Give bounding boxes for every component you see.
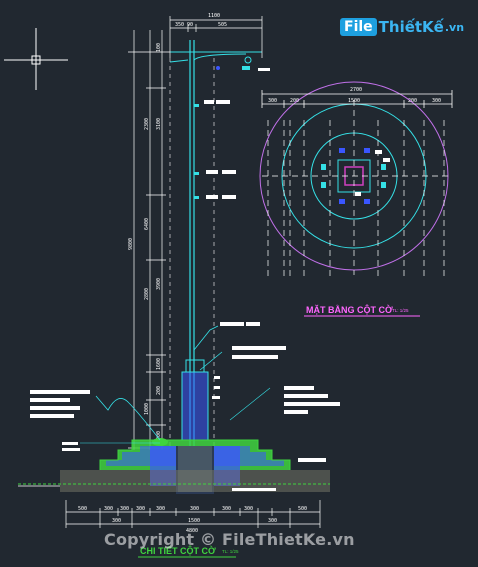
logo-brand-text: ThiếtKế bbox=[378, 18, 444, 36]
bottom-dim-4: 300 bbox=[136, 506, 145, 512]
left-dim-2: 3100 bbox=[156, 118, 162, 130]
left-dim-5: 2800 bbox=[144, 288, 150, 300]
top-dim-a: 350 bbox=[175, 22, 184, 28]
left-dim-8: 200 bbox=[156, 386, 162, 395]
bottom-dim-8: 300 bbox=[244, 506, 253, 512]
plan-dim-e: 300 bbox=[432, 98, 441, 104]
plan-scale: TL: 1/25 bbox=[392, 308, 409, 313]
plan-dim-total: 2700 bbox=[350, 87, 362, 93]
top-dim-c: 505 bbox=[218, 22, 227, 28]
plan-dim-d: 200 bbox=[408, 98, 417, 104]
plan-dim-c: 1500 bbox=[348, 98, 360, 104]
bottom-dim-5: 300 bbox=[156, 506, 165, 512]
cad-drawing-canvas: 2700 300 200 1500 200 300 MẶT BẰNG CỘT C… bbox=[0, 0, 478, 567]
bottom-dim-2: 300 bbox=[104, 506, 113, 512]
left-dim-4: 3900 bbox=[156, 278, 162, 290]
crosshair-icon bbox=[4, 28, 68, 90]
bottom-dim-9: 500 bbox=[298, 506, 307, 512]
left-dim-6: 100 bbox=[156, 43, 162, 52]
plan-dim-b: 200 bbox=[290, 98, 299, 104]
plan-dim-a: 300 bbox=[268, 98, 277, 104]
logo-box-text: File bbox=[340, 18, 377, 36]
bottom-dim-3: 300 bbox=[120, 506, 129, 512]
bottom-dim-6: 300 bbox=[190, 506, 199, 512]
top-dim-total: 1100 bbox=[208, 13, 220, 19]
bottom-dim-mid: 1500 bbox=[188, 518, 200, 524]
section-scale: TL: 1/25 bbox=[222, 549, 239, 554]
plan-title: MẶT BẰNG CỘT CỜ bbox=[306, 304, 393, 315]
left-dim-7: 1600 bbox=[156, 358, 162, 370]
drawing-svg: 2700 300 200 1500 200 300 MẶT BẰNG CỘT C… bbox=[4, 13, 453, 558]
logo-domain-text: .vn bbox=[444, 20, 465, 34]
filethietke-logo: File ThiếtKế .vn bbox=[340, 14, 464, 40]
section-view: 1100 350 90 505 9800 2300 3100 6400 3900… bbox=[18, 13, 340, 558]
copyright-watermark: Copyright © FileThietKe.vn bbox=[104, 530, 355, 549]
bottom-dim-1: 500 bbox=[78, 506, 87, 512]
bottom-dim-right: 300 bbox=[268, 518, 277, 524]
left-dim-1: 2300 bbox=[144, 118, 150, 130]
plan-view: 2700 300 200 1500 200 300 MẶT BẰNG CỘT C… bbox=[259, 81, 453, 317]
left-dim-full: 9800 bbox=[128, 238, 134, 250]
left-dim-9: 1000 bbox=[144, 403, 150, 415]
bottom-dim-left: 300 bbox=[112, 518, 121, 524]
bottom-dim-7: 300 bbox=[222, 506, 231, 512]
top-dim-b: 90 bbox=[187, 22, 193, 28]
left-dim-3: 6400 bbox=[144, 218, 150, 230]
